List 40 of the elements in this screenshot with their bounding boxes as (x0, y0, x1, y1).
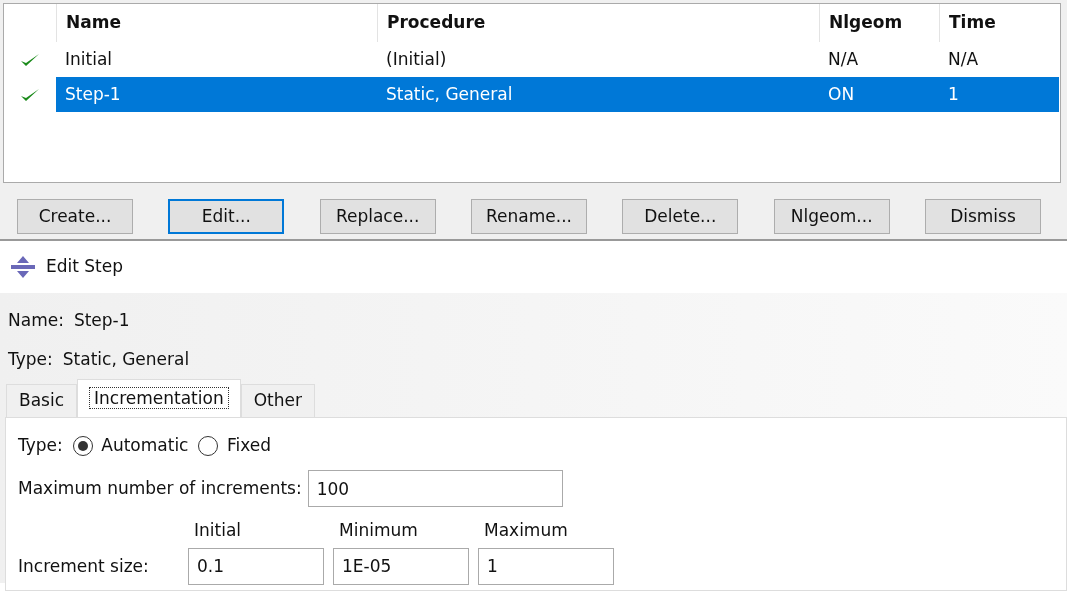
field-label: Maximum number of increments: (18, 477, 302, 500)
column-heading: Initial (193, 519, 243, 543)
tab[interactable]: Other (240, 384, 315, 417)
dialog-button[interactable]: Rename... (471, 199, 587, 234)
dialog-button[interactable]: Edit... (168, 199, 285, 234)
column-header[interactable]: Time (939, 4, 1059, 42)
step-icon (10, 255, 36, 279)
table-cell-text: N/A (827, 47, 860, 71)
field-value: Static, General (62, 347, 190, 371)
tab[interactable]: Basic (6, 384, 77, 417)
input-field[interactable]: 0.1 (188, 547, 324, 585)
table-cell-text: N/A (947, 47, 980, 71)
column-heading: Minimum (338, 519, 419, 543)
table-cell: Static, General (377, 77, 819, 112)
input-field[interactable]: 100 (307, 470, 563, 508)
field-label: Type: (8, 347, 53, 371)
field-label: Name: (8, 308, 64, 332)
column-header[interactable]: Name (56, 4, 377, 42)
dialog-button[interactable]: Replace... (319, 199, 436, 234)
dialog-button[interactable]: Create... (17, 199, 133, 234)
table-cell: Step-1 (56, 77, 377, 112)
field-label: Increment size: (18, 554, 150, 578)
field-label: Type: (18, 433, 63, 457)
table-cell: 1 (939, 77, 1059, 112)
dialog-button[interactable]: Delete... (622, 199, 739, 234)
tab[interactable]: Incrementation (77, 379, 241, 417)
dialog-button[interactable]: Dismiss (924, 199, 1041, 234)
column-header[interactable]: Procedure (377, 4, 819, 42)
radio-option[interactable]: Fixed (198, 432, 272, 459)
table-cell-text: (Initial) (385, 47, 448, 71)
column-heading: Maximum (483, 519, 569, 543)
input-field[interactable]: 1 (478, 547, 614, 585)
field-value: Step-1 (73, 308, 130, 332)
table-cell: ON (819, 77, 939, 112)
column-header[interactable]: Nlgeom (819, 4, 939, 42)
dialog-title: Edit Step (46, 255, 124, 279)
dialog-button[interactable]: Nlgeom... (773, 199, 890, 234)
input-field[interactable]: 1E-05 (333, 547, 469, 585)
table-cell-text: Initial (64, 47, 114, 71)
radio-option[interactable]: Automatic (72, 432, 189, 459)
